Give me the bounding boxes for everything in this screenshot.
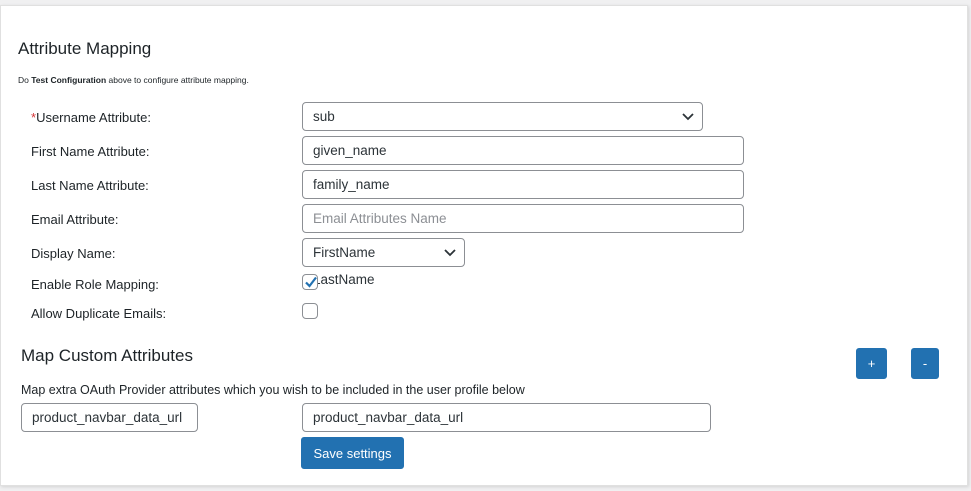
test-configuration-link-text: Test Configuration (31, 75, 107, 85)
allow-duplicate-emails-label: Allow Duplicate Emails: (31, 306, 167, 321)
attribute-mapping-panel: Attribute Mapping Do Test Configuration … (0, 5, 968, 486)
email-attribute-label: Email Attribute: (31, 212, 119, 227)
map-custom-attributes-title: Map Custom Attributes (21, 346, 193, 365)
attribute-mapping-note: Do Test Configuration above to configure… (18, 75, 249, 85)
add-attribute-button[interactable]: + (856, 348, 887, 379)
custom-attribute-key-input[interactable] (21, 403, 198, 432)
checkmark-icon (305, 276, 317, 288)
last-name-attribute-input[interactable] (302, 170, 744, 199)
remove-attribute-button[interactable]: - (911, 348, 939, 379)
allow-duplicate-emails-checkbox[interactable] (302, 303, 318, 319)
enable-role-mapping-label: Enable Role Mapping: (31, 277, 159, 292)
display-name-label: Display Name: (31, 246, 116, 261)
save-settings-button[interactable]: Save settings (301, 437, 404, 469)
last-name-attribute-label: Last Name Attribute: (31, 178, 149, 193)
first-name-attribute-label: First Name Attribute: (31, 144, 150, 159)
chevron-down-icon (682, 113, 694, 121)
attribute-mapping-title: Attribute Mapping (18, 39, 152, 58)
username-attribute-select[interactable]: sub (302, 102, 703, 131)
username-attribute-label: *Username Attribute: (31, 110, 151, 125)
chevron-down-icon (444, 249, 456, 257)
map-custom-attributes-description: Map extra OAuth Provider attributes whic… (21, 383, 525, 397)
custom-attribute-value-input[interactable] (302, 403, 711, 432)
enable-role-mapping-checkbox[interactable] (302, 274, 318, 290)
display-name-select[interactable]: FirstName LastName (302, 238, 465, 287)
email-attribute-input[interactable] (302, 204, 744, 233)
first-name-attribute-input[interactable] (302, 136, 744, 165)
